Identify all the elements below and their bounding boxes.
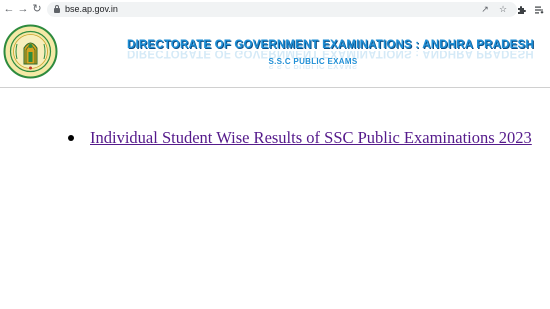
bullet-icon — [68, 135, 74, 141]
reload-icon[interactable]: ↻ — [30, 2, 44, 16]
share-icon[interactable]: ↗ — [479, 3, 491, 16]
ap-emblem-icon — [3, 24, 58, 79]
page-title: DIRECTORATE OF GOVERNMENT EXAMINATIONS :… — [127, 39, 534, 51]
results-link-list: Individual Student Wise Results of SSC P… — [68, 128, 532, 148]
address-bar[interactable]: bse.ap.gov.in ↗ ☆ — [47, 2, 517, 17]
page-header: DIRECTORATE OF GOVERNMENT EXAMINATIONS :… — [0, 20, 550, 88]
star-icon[interactable]: ☆ — [497, 3, 509, 16]
back-icon[interactable]: ← — [2, 2, 16, 16]
address-url[interactable]: bse.ap.gov.in — [65, 3, 118, 16]
page-subtitle-reflection: S.S.C PUBLIC EXAMS — [268, 65, 358, 70]
puzzle-icon[interactable] — [516, 3, 528, 16]
lock-icon[interactable] — [54, 5, 60, 13]
browser-toolbar: ← → ↻ bse.ap.gov.in ↗ ☆ — [0, 0, 550, 20]
reading-list-icon[interactable] — [533, 3, 545, 16]
ssc-results-link[interactable]: Individual Student Wise Results of SSC P… — [90, 128, 532, 147]
list-item: Individual Student Wise Results of SSC P… — [68, 128, 532, 148]
forward-icon[interactable]: → — [16, 2, 30, 16]
